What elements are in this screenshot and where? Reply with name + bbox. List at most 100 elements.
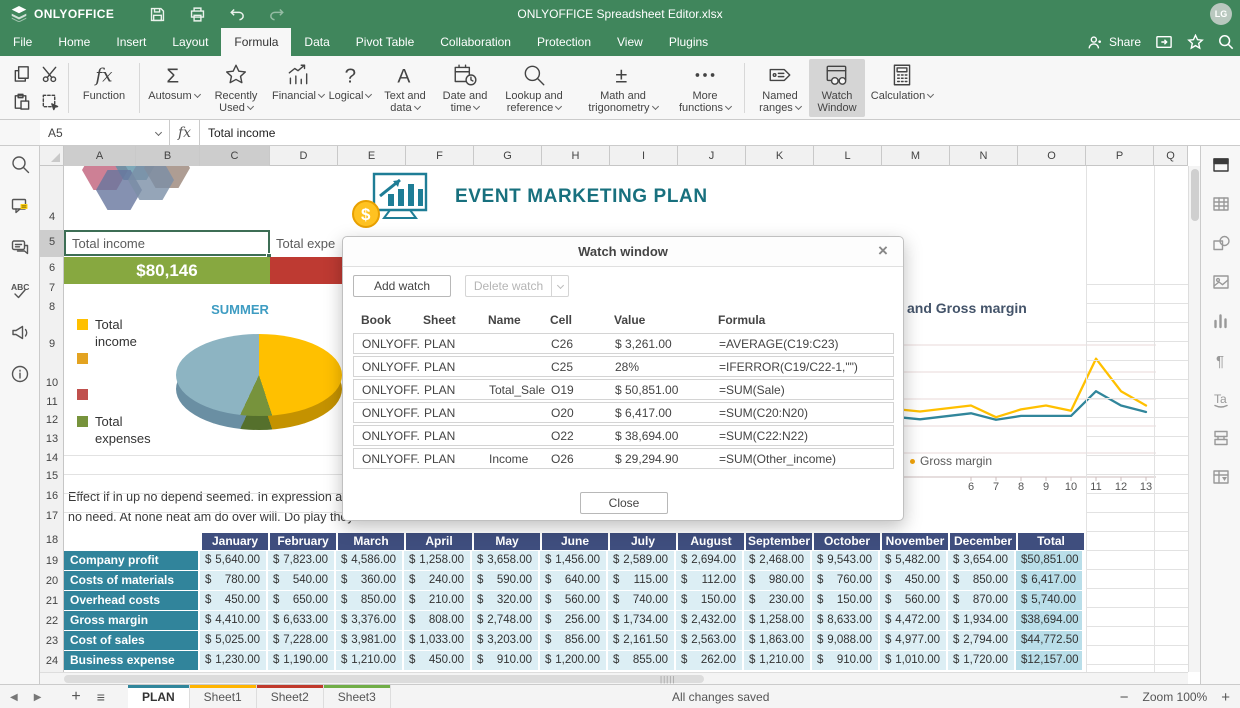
vertical-scrollbar[interactable] <box>1188 166 1200 672</box>
watch-row[interactable]: ONLYOFF...PLANO20$ 6,417.00=SUM(C20:N20) <box>353 402 894 423</box>
column-header-Q[interactable]: Q <box>1154 146 1188 166</box>
sheet-tab-sheet1[interactable]: Sheet1 <box>190 685 257 708</box>
table-cell[interactable]: $650.00 <box>268 591 334 610</box>
row-label[interactable]: Cost of sales <box>64 631 198 650</box>
menu-tab-view[interactable]: View <box>604 28 656 56</box>
cell-total-expenses-label[interactable]: Total expe <box>274 230 344 256</box>
table-cell[interactable]: $3,203.00 <box>472 631 538 650</box>
table-cell[interactable]: $2,563.00 <box>676 631 742 650</box>
select-all-corner[interactable] <box>40 146 64 166</box>
total-expenses-value-cell[interactable] <box>270 257 350 284</box>
table-cell[interactable]: $1,456.00 <box>540 551 606 570</box>
table-cell[interactable]: $1,210.00 <box>336 651 402 670</box>
spellcheck-icon[interactable]: ABC <box>10 280 30 300</box>
more-functions-button[interactable]: More functions <box>672 59 738 117</box>
month-header[interactable]: Total <box>1018 533 1084 550</box>
comments-icon[interactable] <box>10 196 30 216</box>
row-label[interactable]: Company profit <box>64 551 198 570</box>
textart-settings-icon[interactable]: Ta <box>1212 390 1230 408</box>
table-cell[interactable]: $112.00 <box>676 571 742 590</box>
menu-tab-plugins[interactable]: Plugins <box>656 28 721 56</box>
month-header[interactable]: January <box>202 533 268 550</box>
table-cell[interactable]: $38,694.00 <box>1016 611 1082 630</box>
table-cell[interactable]: $980.00 <box>744 571 810 590</box>
row-header-20[interactable]: 20 <box>40 575 64 587</box>
select-all-icon[interactable] <box>36 89 62 115</box>
month-header[interactable]: March <box>338 533 404 550</box>
cell-settings-icon[interactable] <box>1212 156 1230 174</box>
table-cell[interactable]: $4,977.00 <box>880 631 946 650</box>
table-cell[interactable]: $1,190.00 <box>268 651 334 670</box>
table-cell[interactable]: $6,417.00 <box>1016 571 1082 590</box>
table-cell[interactable]: $910.00 <box>812 651 878 670</box>
table-cell[interactable]: $870.00 <box>948 591 1014 610</box>
menu-tab-home[interactable]: Home <box>45 28 103 56</box>
column-header-J[interactable]: J <box>678 146 746 166</box>
row-header-4[interactable]: 4 <box>40 211 64 223</box>
sheet-nav-left-icon[interactable]: ◀ <box>10 692 18 703</box>
recently-used-button[interactable]: Recently Used <box>202 59 270 117</box>
table-cell[interactable]: $7,823.00 <box>268 551 334 570</box>
table-cell[interactable]: $5,482.00 <box>880 551 946 570</box>
menu-tab-layout[interactable]: Layout <box>159 28 221 56</box>
row-header-5[interactable]: 5 <box>40 236 64 248</box>
table-cell[interactable]: $3,376.00 <box>336 611 402 630</box>
table-cell[interactable]: $1,258.00 <box>404 551 470 570</box>
text-and-data-button[interactable]: AText and data <box>374 59 436 117</box>
column-header-L[interactable]: L <box>814 146 882 166</box>
sheet-list-icon[interactable]: ≡ <box>97 689 105 705</box>
cell-name-box[interactable]: A5 <box>40 120 170 145</box>
share-button[interactable]: Share <box>1087 35 1141 50</box>
paste-icon[interactable] <box>8 89 34 115</box>
redo-icon[interactable] <box>262 3 292 25</box>
table-cell[interactable]: $3,654.00 <box>948 551 1014 570</box>
print-icon[interactable] <box>182 3 212 25</box>
row-header-10[interactable]: 10 <box>40 377 64 389</box>
menu-tab-file[interactable]: File <box>0 28 45 56</box>
named-ranges-button[interactable]: Named ranges <box>751 59 809 117</box>
table-cell[interactable]: $320.00 <box>472 591 538 610</box>
table-cell[interactable]: $230.00 <box>744 591 810 610</box>
watch-row[interactable]: ONLYOFF...PLANC2528%=IFERROR(C19/C22-1,"… <box>353 356 894 377</box>
sheet-tab-plan[interactable]: PLAN <box>128 685 190 708</box>
row-header-23[interactable]: 23 <box>40 635 64 647</box>
row-label[interactable]: Business expense <box>64 651 198 670</box>
watch-row[interactable]: ONLYOFF...PLANC26$ 3,261.00=AVERAGE(C19:… <box>353 333 894 354</box>
table-cell[interactable]: $50,851.00 <box>1016 551 1082 570</box>
table-cell[interactable]: $780.00 <box>200 571 266 590</box>
favorites-star-icon[interactable] <box>1187 34 1204 50</box>
table-cell[interactable]: $8,633.00 <box>812 611 878 630</box>
month-header[interactable]: February <box>270 533 336 550</box>
search-icon[interactable] <box>10 154 30 174</box>
dialog-close-icon[interactable]: × <box>873 241 893 261</box>
month-header[interactable]: November <box>882 533 948 550</box>
row-header-11[interactable]: 11 <box>40 396 64 408</box>
row-header-18[interactable]: 18 <box>40 534 64 546</box>
sheet-tab-sheet2[interactable]: Sheet2 <box>257 685 324 708</box>
menu-tab-data[interactable]: Data <box>291 28 342 56</box>
horizontal-scrollbar-thumb[interactable] <box>64 675 704 683</box>
table-cell[interactable]: $150.00 <box>812 591 878 610</box>
dialog-header[interactable]: Watch window × <box>343 237 903 267</box>
row-header-16[interactable]: 16 <box>40 490 64 502</box>
row-header-17[interactable]: 17 <box>40 510 64 522</box>
chat-icon[interactable] <box>10 238 30 258</box>
table-cell[interactable]: $9,088.00 <box>812 631 878 650</box>
row-header-15[interactable]: 15 <box>40 470 64 482</box>
column-header-K[interactable]: K <box>746 146 814 166</box>
slicer-settings-icon[interactable] <box>1212 429 1230 447</box>
paragraph-settings-icon[interactable]: ¶ <box>1212 351 1230 369</box>
watch-row[interactable]: ONLYOFF...PLANO22$ 38,694.00=SUM(C22:N22… <box>353 425 894 446</box>
menu-tab-protection[interactable]: Protection <box>524 28 604 56</box>
formula-input[interactable]: Total income <box>200 120 1240 145</box>
monthly-data-table[interactable]: JanuaryFebruaryMarchAprilMayJuneJulyAugu… <box>64 533 1086 671</box>
menu-tab-pivot-table[interactable]: Pivot Table <box>343 28 427 56</box>
insert-function-icon[interactable]: fx <box>170 120 200 145</box>
financial-button[interactable]: Financial <box>270 59 326 117</box>
shape-settings-icon[interactable] <box>1212 234 1230 252</box>
column-header-M[interactable]: M <box>882 146 950 166</box>
delete-watch-dropdown[interactable] <box>551 275 569 297</box>
table-cell[interactable]: $450.00 <box>200 591 266 610</box>
table-cell[interactable]: $2,589.00 <box>608 551 674 570</box>
column-header-C[interactable]: C <box>200 146 270 166</box>
